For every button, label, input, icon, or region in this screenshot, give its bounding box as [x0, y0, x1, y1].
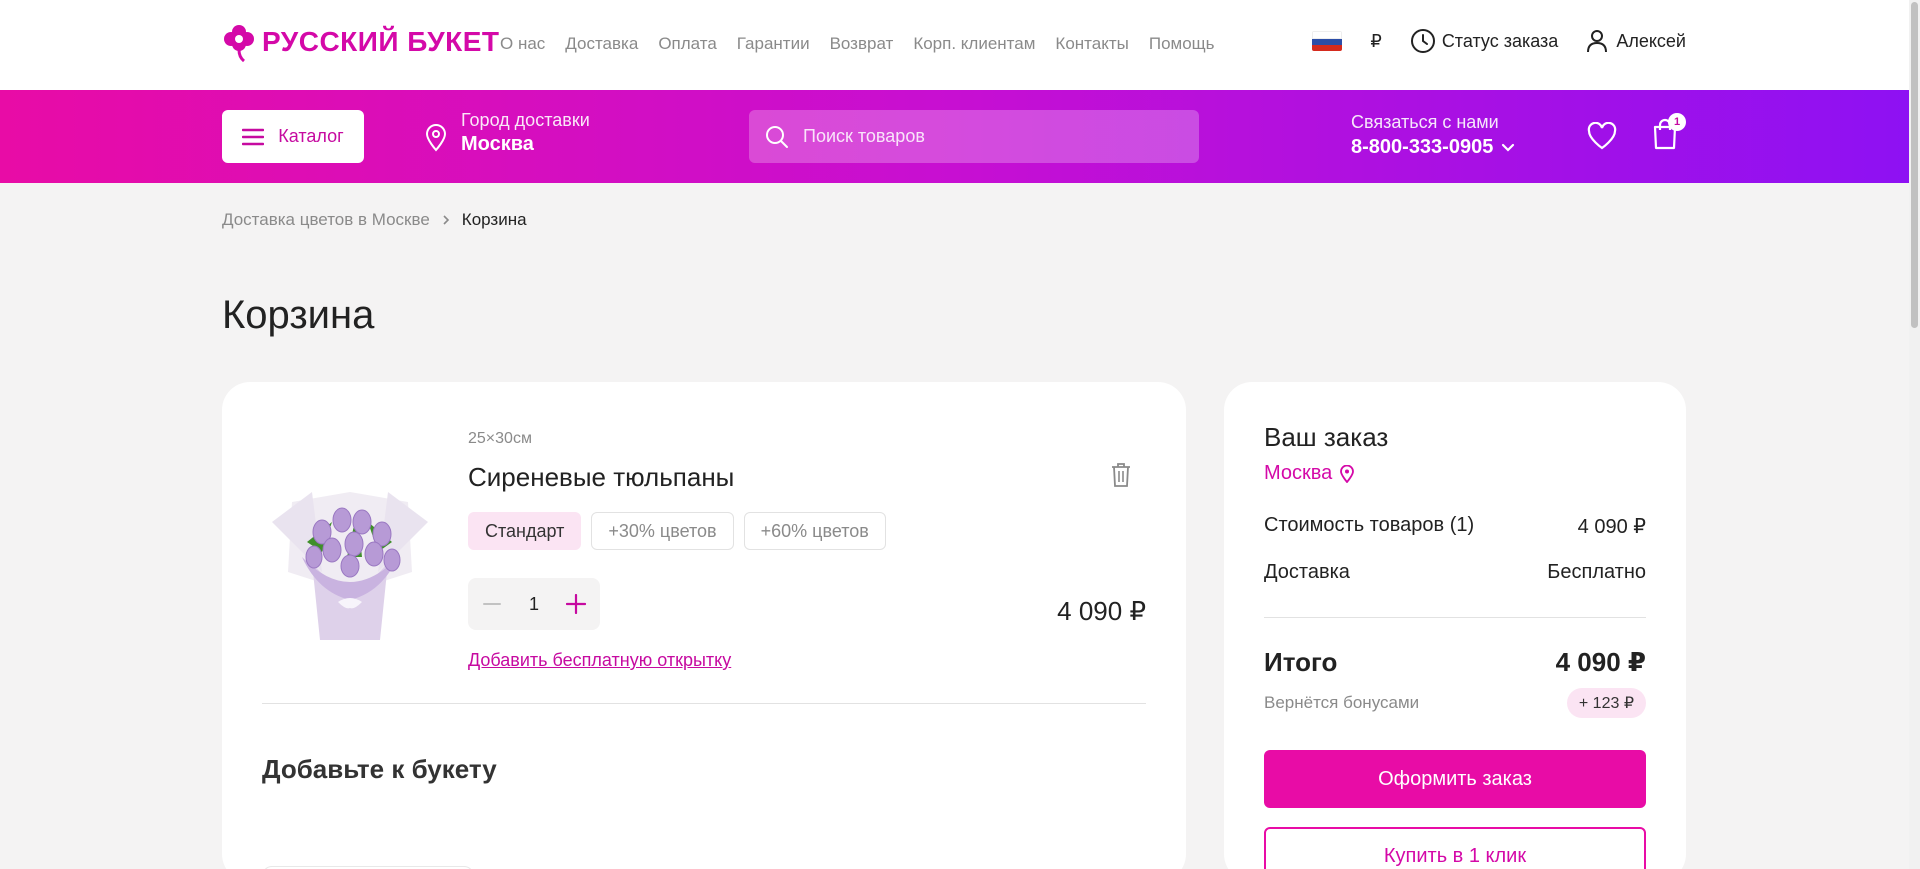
quantity-stepper: 1 — [468, 578, 600, 630]
catalog-button[interactable]: Каталог — [222, 110, 364, 163]
user-name: Алексей — [1616, 30, 1686, 51]
summary-city-name: Москва — [1264, 462, 1333, 484]
russia-flag-icon[interactable] — [1312, 31, 1343, 51]
goods-cost-label: Стоимость товаров (1) — [1264, 514, 1475, 536]
nav-delivery[interactable]: Доставка — [565, 34, 638, 54]
trash-icon[interactable] — [1110, 462, 1132, 488]
chevron-right-icon — [443, 215, 449, 225]
delivery-city-selector[interactable]: Город доставки Москва — [425, 110, 590, 156]
cart-items-card: 25×30см Сиреневые тюльпаны Стандарт +30%… — [222, 382, 1186, 869]
delivery-value: Бесплатно — [1547, 561, 1646, 583]
contact-label: Связаться с нами — [1351, 112, 1499, 132]
nav-about[interactable]: О нас — [500, 34, 545, 54]
catalog-label: Каталог — [278, 126, 344, 146]
breadcrumb: Доставка цветов в Москве Корзина — [222, 210, 527, 230]
flower-logo-icon — [224, 25, 254, 62]
main-header: Каталог Город доставки Москва Связаться … — [0, 90, 1909, 183]
product-size: 25×30см — [468, 430, 532, 447]
total-label: Итого — [1264, 647, 1338, 677]
city-label: Город доставки — [461, 110, 590, 130]
goods-cost-row: Стоимость товаров (1) 4 090 ₽ — [1264, 514, 1646, 539]
nav-help[interactable]: Помощь — [1149, 34, 1215, 54]
addons-title: Добавьте к букету — [262, 754, 497, 784]
quantity-value: 1 — [528, 593, 539, 614]
nav-corporate[interactable]: Корп. клиентам — [913, 34, 1035, 54]
goods-cost-value: 4 090 ₽ — [1577, 516, 1646, 538]
order-status-label: Статус заказа — [1441, 30, 1559, 51]
minus-icon[interactable] — [480, 592, 504, 616]
user-icon — [1587, 30, 1608, 53]
breadcrumb-current: Корзина — [461, 210, 527, 229]
bonus-row: Вернётся бонусами + 123 ₽ — [1264, 688, 1646, 718]
nav-payment[interactable]: Оплата — [658, 34, 716, 54]
user-account[interactable]: Алексей — [1586, 29, 1686, 53]
brand-name: РУССКИЙ БУКЕТ — [262, 26, 500, 57]
logo[interactable]: РУССКИЙ БУКЕТ — [222, 22, 500, 62]
variant-selector: Стандарт +30% цветов +60% цветов — [468, 512, 886, 550]
variant-plus-60[interactable]: +60% цветов — [743, 512, 886, 550]
delivery-label: Доставка — [1264, 561, 1350, 583]
add-free-card-link[interactable]: Добавить бесплатную открытку — [468, 650, 731, 671]
cart-button[interactable]: 1 — [1652, 113, 1686, 155]
summary-title: Ваш заказ — [1264, 422, 1389, 452]
variant-plus-30[interactable]: +30% цветов — [591, 512, 734, 550]
search-bar — [749, 110, 1199, 163]
divider — [262, 703, 1146, 704]
menu-icon — [242, 128, 265, 145]
heart-icon[interactable] — [1587, 122, 1617, 150]
order-status-link[interactable]: Статус заказа — [1410, 28, 1559, 54]
city-value: Москва — [461, 133, 534, 155]
location-pin-icon — [425, 124, 447, 152]
nav-contacts[interactable]: Контакты — [1055, 34, 1128, 54]
nav-returns[interactable]: Возврат — [830, 34, 894, 54]
currency-switch[interactable]: ₽ — [1370, 31, 1381, 52]
one-click-buy-button[interactable]: Купить в 1 клик — [1264, 827, 1646, 869]
chevron-down-icon — [1502, 143, 1515, 152]
page-title: Корзина — [222, 293, 375, 337]
total-value: 4 090 ₽ — [1555, 647, 1646, 677]
top-right: ₽ Статус заказа Алексей — [1312, 28, 1686, 54]
phone-number: 8-800-333-0905 — [1351, 136, 1494, 158]
variant-standard[interactable]: Стандарт — [468, 512, 582, 550]
divider — [1264, 617, 1646, 618]
plus-icon[interactable] — [564, 592, 588, 616]
scrollbar-thumb[interactable] — [1911, 2, 1918, 328]
clock-icon — [1410, 29, 1435, 53]
top-bar: РУССКИЙ БУКЕТ О нас Доставка Оплата Гара… — [0, 0, 1909, 90]
tulip-bouquet-image[interactable] — [262, 462, 438, 642]
checkout-button[interactable]: Оформить заказ — [1264, 750, 1646, 808]
bonus-label: Вернётся бонусами — [1264, 693, 1420, 712]
top-nav: О нас Доставка Оплата Гарантии Возврат К… — [500, 34, 1215, 54]
search-input[interactable] — [803, 126, 1163, 147]
bonus-badge: + 123 ₽ — [1566, 688, 1646, 718]
cart-count-badge: 1 — [1668, 113, 1686, 131]
nav-guarantees[interactable]: Гарантии — [737, 34, 810, 54]
item-price: 4 090 ₽ — [1057, 596, 1146, 626]
delivery-row: Доставка Бесплатно — [1264, 561, 1646, 584]
location-pin-icon — [1340, 464, 1355, 483]
total-row: Итого 4 090 ₽ — [1264, 647, 1646, 678]
search-icon — [766, 125, 788, 148]
contact-block[interactable]: Связаться с нами 8-800-333-0905 — [1351, 112, 1515, 159]
scrollbar[interactable] — [1909, 0, 1920, 869]
order-summary: Ваш заказ Москва Стоимость товаров (1) 4… — [1224, 382, 1686, 869]
summary-city[interactable]: Москва — [1264, 462, 1355, 485]
breadcrumb-parent[interactable]: Доставка цветов в Москве — [222, 210, 430, 230]
product-name[interactable]: Сиреневые тюльпаны — [468, 462, 734, 493]
